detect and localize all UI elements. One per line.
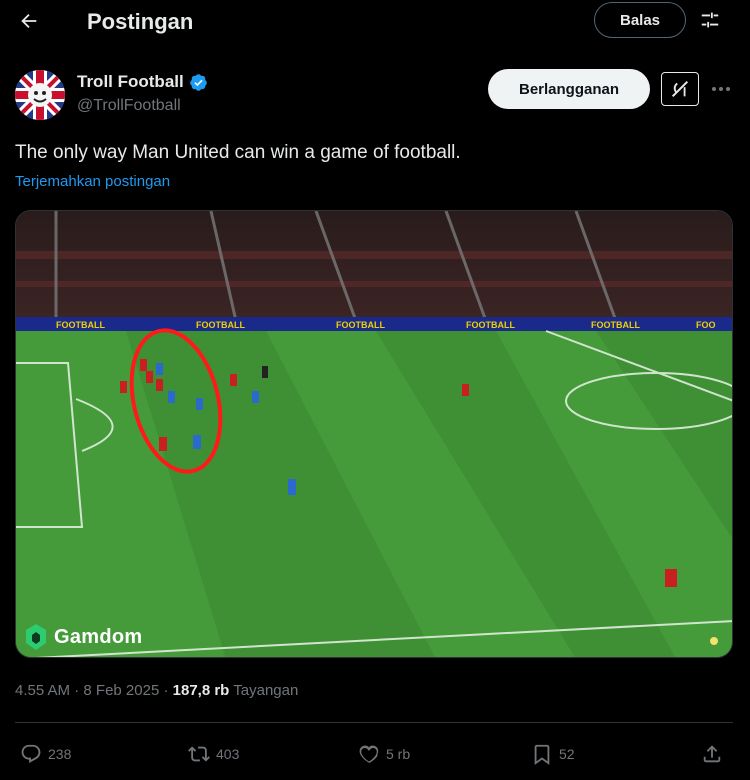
author-name[interactable]: Troll Football [77,72,208,92]
verified-badge-icon [189,73,207,91]
grok-icon [671,80,689,98]
svg-text:FOOTBALL: FOOTBALL [56,320,105,330]
grok-button[interactable] [661,72,699,106]
author-name-text: Troll Football [77,72,184,91]
post-media-image[interactable]: FOOTBALL FOOTBALL FOOTBALL FOOTBALL FOOTBA… [15,210,733,658]
arrow-left-icon [21,13,37,29]
post-date[interactable]: 8 Feb 2025 [83,682,159,699]
football-pitch-image: FOOTBALL FOOTBALL FOOTBALL FOOTBALL FOOTBA… [16,211,732,657]
author-handle[interactable]: @TrollFootball [77,97,181,115]
page-title: Postingan [87,9,194,34]
like-action[interactable]: 5 rb [358,738,410,770]
post-time[interactable]: 4.55 AM [15,682,70,699]
post-text: The only way Man United can win a game o… [15,142,461,163]
divider [15,722,733,723]
more-dots-icon [712,87,730,91]
views-count: 187,8 rb [172,682,230,699]
svg-text:FOO: FOO [696,320,716,330]
views-label: Tayangan [233,682,299,699]
reply-button[interactable]: Balas [594,2,686,38]
svg-text:FOOTBALL: FOOTBALL [336,320,385,330]
post-meta: 4.55 AM · 8 Feb 2025 · 187,8 rb Tayangan [15,682,298,699]
like-count: 5 rb [386,746,411,762]
top-bar: Postingan Balas [0,0,750,44]
share-action[interactable] [701,738,723,770]
more-options-button[interactable] [707,78,735,100]
back-button[interactable] [12,4,46,38]
repost-action[interactable]: 403 [188,738,239,770]
translate-link[interactable]: Terjemahkan postingan [15,173,170,190]
svg-text:FOOTBALL: FOOTBALL [196,320,245,330]
svg-text:FOOTBALL: FOOTBALL [466,320,515,330]
reply-action[interactable]: 238 [20,738,71,770]
repost-icon [188,746,210,762]
meta-separator: · [74,682,80,699]
action-bar: 238 403 5 rb 52 [0,738,750,770]
avatar[interactable] [15,70,65,120]
meta-separator-2: · [163,682,169,699]
subscribe-button[interactable]: Berlangganan [488,69,650,109]
speech-bubble-icon [21,744,41,763]
bookmark-icon [534,744,550,765]
media-watermark: Gamdom [24,623,142,651]
sliders-icon [701,12,719,28]
bookmark-action[interactable]: 52 [531,738,575,770]
share-icon [703,745,721,763]
union-jack-logo [15,70,65,120]
filter-button[interactable] [696,6,724,34]
repost-count: 403 [216,746,240,762]
heart-icon [359,745,379,763]
gamdom-logo-icon [26,624,46,650]
reply-count: 238 [48,746,72,762]
media-watermark-text: Gamdom [54,625,143,648]
bookmark-count: 52 [559,746,575,762]
svg-text:FOOTBALL: FOOTBALL [591,320,640,330]
